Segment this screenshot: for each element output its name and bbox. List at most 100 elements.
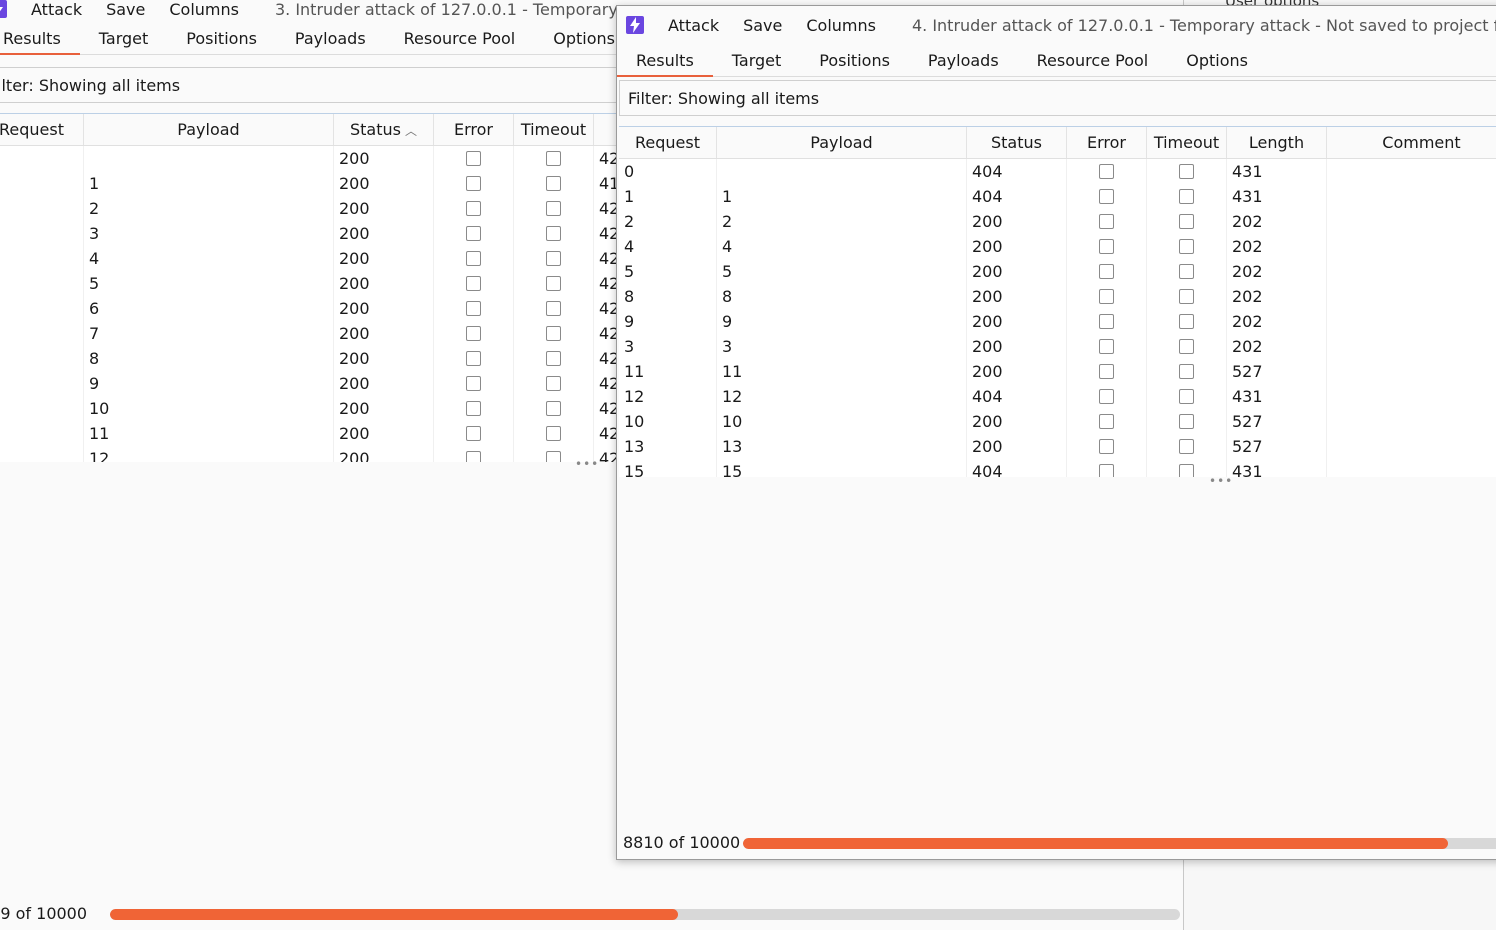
- timeout-checkbox[interactable]: [1179, 164, 1194, 179]
- cell-error[interactable]: [434, 246, 514, 271]
- menu-attack[interactable]: Attack: [31, 0, 82, 19]
- cell-timeout[interactable]: [1147, 209, 1227, 234]
- table-row[interactable]: 1 1 404 431: [619, 184, 1496, 209]
- cell-timeout[interactable]: [1147, 359, 1227, 384]
- timeout-checkbox[interactable]: [546, 251, 561, 266]
- cell-timeout[interactable]: [514, 296, 594, 321]
- error-checkbox[interactable]: [466, 376, 481, 391]
- cell-error[interactable]: [434, 296, 514, 321]
- error-checkbox[interactable]: [1099, 364, 1114, 379]
- cell-error[interactable]: [434, 221, 514, 246]
- error-checkbox[interactable]: [466, 151, 481, 166]
- error-checkbox[interactable]: [1099, 164, 1114, 179]
- timeout-checkbox[interactable]: [1179, 389, 1194, 404]
- tab-results[interactable]: Results: [617, 51, 713, 77]
- timeout-checkbox[interactable]: [1179, 364, 1194, 379]
- cell-timeout[interactable]: [1147, 434, 1227, 459]
- timeout-checkbox[interactable]: [546, 326, 561, 341]
- cell-timeout[interactable]: [514, 246, 594, 271]
- column-header-payload[interactable]: Payload: [84, 114, 334, 145]
- menu-columns[interactable]: Columns: [806, 16, 876, 35]
- table-row[interactable]: 9 9 200 202: [619, 309, 1496, 334]
- timeout-checkbox[interactable]: [1179, 264, 1194, 279]
- error-checkbox[interactable]: [1099, 464, 1114, 477]
- tab-payloads[interactable]: Payloads: [909, 51, 1018, 76]
- cell-timeout[interactable]: [514, 321, 594, 346]
- cell-error[interactable]: [1067, 434, 1147, 459]
- menu-save[interactable]: Save: [743, 16, 782, 35]
- error-checkbox[interactable]: [1099, 189, 1114, 204]
- error-checkbox[interactable]: [1099, 314, 1114, 329]
- timeout-checkbox[interactable]: [546, 226, 561, 241]
- column-header-error[interactable]: Error: [1067, 127, 1147, 158]
- cell-error[interactable]: [434, 396, 514, 421]
- cell-error[interactable]: [434, 321, 514, 346]
- cell-error[interactable]: [1067, 159, 1147, 184]
- error-checkbox[interactable]: [466, 226, 481, 241]
- cell-error[interactable]: [1067, 359, 1147, 384]
- cell-error[interactable]: [434, 346, 514, 371]
- timeout-checkbox[interactable]: [1179, 214, 1194, 229]
- table-row[interactable]: 11 11 200 527: [619, 359, 1496, 384]
- cell-timeout[interactable]: [514, 171, 594, 196]
- table-row[interactable]: 2 2 200 202: [619, 209, 1496, 234]
- column-header-length[interactable]: Length: [1227, 127, 1327, 158]
- table-row[interactable]: 5 5 200 202: [619, 259, 1496, 284]
- error-checkbox[interactable]: [466, 276, 481, 291]
- column-header-error[interactable]: Error: [434, 114, 514, 145]
- cell-error[interactable]: [1067, 384, 1147, 409]
- column-header-comment[interactable]: Comment: [1327, 127, 1496, 158]
- cell-error[interactable]: [434, 271, 514, 296]
- cell-error[interactable]: [434, 421, 514, 446]
- table-row[interactable]: 8 8 200 202: [619, 284, 1496, 309]
- cell-error[interactable]: [434, 371, 514, 396]
- cell-error[interactable]: [434, 146, 514, 171]
- cell-error[interactable]: [434, 196, 514, 221]
- tab-payloads[interactable]: Payloads: [276, 29, 385, 54]
- menu-save[interactable]: Save: [106, 0, 145, 19]
- timeout-checkbox[interactable]: [546, 401, 561, 416]
- error-checkbox[interactable]: [1099, 439, 1114, 454]
- error-checkbox[interactable]: [1099, 289, 1114, 304]
- error-checkbox[interactable]: [466, 251, 481, 266]
- cell-error[interactable]: [434, 171, 514, 196]
- column-header-request[interactable]: Request: [0, 114, 84, 145]
- cell-error[interactable]: [1067, 234, 1147, 259]
- cell-timeout[interactable]: [514, 396, 594, 421]
- cell-timeout[interactable]: [514, 196, 594, 221]
- column-header-payload[interactable]: Payload: [717, 127, 967, 158]
- tab-resource-pool[interactable]: Resource Pool: [1018, 51, 1168, 76]
- column-header-status[interactable]: Status: [967, 127, 1067, 158]
- cell-error[interactable]: [1067, 209, 1147, 234]
- tab-options[interactable]: Options: [1167, 51, 1267, 76]
- error-checkbox[interactable]: [466, 426, 481, 441]
- timeout-checkbox[interactable]: [546, 376, 561, 391]
- error-checkbox[interactable]: [466, 351, 481, 366]
- timeout-checkbox[interactable]: [1179, 464, 1194, 477]
- tab-positions[interactable]: Positions: [800, 51, 909, 76]
- cell-timeout[interactable]: [514, 421, 594, 446]
- error-checkbox[interactable]: [466, 201, 481, 216]
- timeout-checkbox[interactable]: [1179, 289, 1194, 304]
- cell-timeout[interactable]: [1147, 309, 1227, 334]
- error-checkbox[interactable]: [466, 301, 481, 316]
- tab-positions[interactable]: Positions: [167, 29, 276, 54]
- menu-columns[interactable]: Columns: [169, 0, 239, 19]
- table-row[interactable]: 13 13 200 527: [619, 434, 1496, 459]
- column-header-request[interactable]: Request: [619, 127, 717, 158]
- cell-timeout[interactable]: [1147, 384, 1227, 409]
- cell-timeout[interactable]: [514, 146, 594, 171]
- cell-error[interactable]: [1067, 259, 1147, 284]
- timeout-checkbox[interactable]: [1179, 339, 1194, 354]
- resize-grip[interactable]: •••: [1209, 474, 1233, 488]
- table-row[interactable]: 10 10 200 527: [619, 409, 1496, 434]
- cell-timeout[interactable]: [1147, 234, 1227, 259]
- timeout-checkbox[interactable]: [546, 301, 561, 316]
- timeout-checkbox[interactable]: [546, 201, 561, 216]
- cell-timeout[interactable]: [1147, 409, 1227, 434]
- tab-target[interactable]: Target: [713, 51, 801, 76]
- error-checkbox[interactable]: [466, 176, 481, 191]
- timeout-checkbox[interactable]: [1179, 414, 1194, 429]
- cell-timeout[interactable]: [1147, 334, 1227, 359]
- error-checkbox[interactable]: [466, 451, 481, 462]
